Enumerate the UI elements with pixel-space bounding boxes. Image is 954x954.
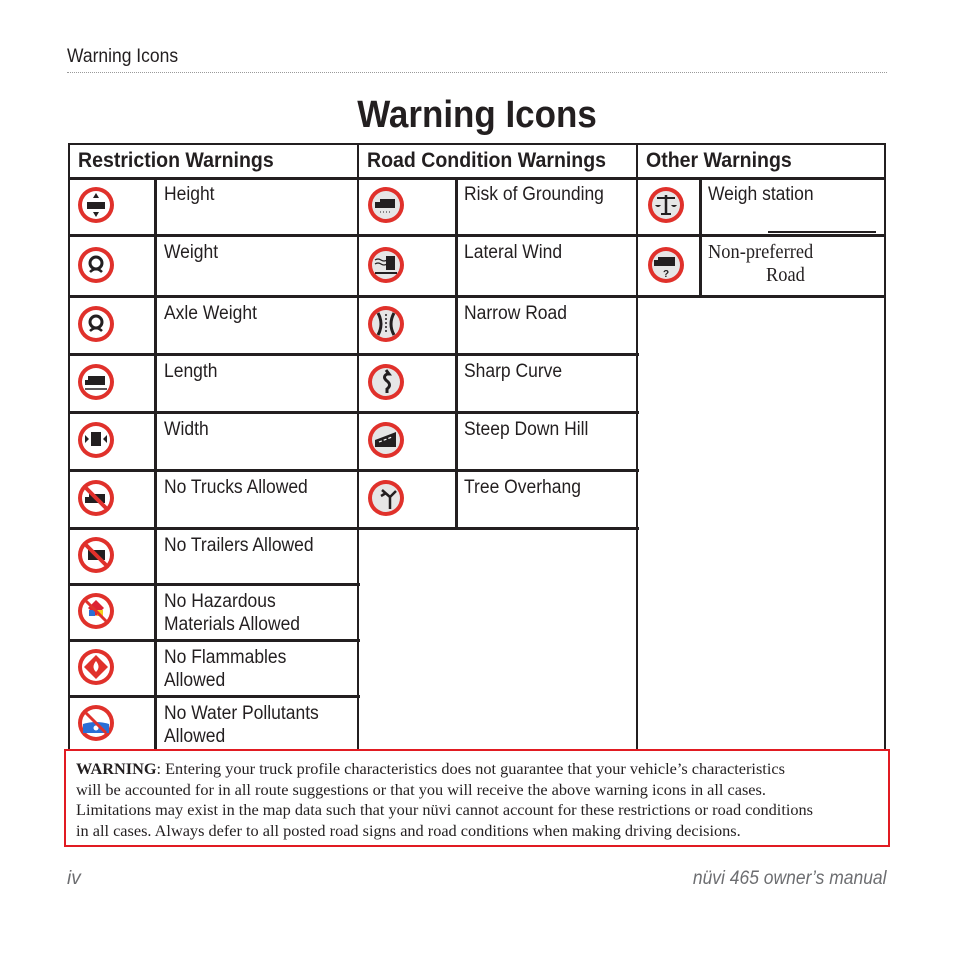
restriction-row-divider (68, 411, 360, 414)
other-warning-item: Weigh station (708, 183, 823, 206)
narrow-road-icon (368, 306, 404, 342)
road-row-divider (357, 295, 639, 298)
item-label-line-2: Allowed (164, 670, 226, 691)
restriction-item: Height (164, 183, 219, 206)
header-divider (68, 177, 886, 180)
item-label-line-2: Materials Allowed (164, 614, 301, 635)
road-condition-item: Risk of Grounding (464, 183, 616, 206)
item-label-line-2: Road (766, 264, 805, 286)
road-row-divider (357, 527, 639, 530)
height-restriction-icon (78, 187, 114, 223)
road-row-divider (357, 234, 639, 237)
risk-of-grounding-icon (368, 187, 404, 223)
warning-line-3: Limitations may exist in the map data su… (76, 800, 813, 819)
no-trucks-icon (78, 480, 114, 516)
length-restriction-icon (78, 364, 114, 400)
sharp-curve-icon (368, 364, 404, 400)
header-other-warnings: Other Warnings (646, 149, 792, 172)
restriction-item: Axle Weight (164, 302, 265, 325)
item-label: Axle Weight (164, 303, 257, 324)
road-row-divider (357, 411, 639, 414)
item-label: Length (164, 361, 218, 382)
page-title: Warning Icons (357, 94, 597, 136)
restriction-row-divider (68, 295, 360, 298)
restriction-item: Length (164, 360, 222, 383)
item-label: No Water Pollutants (164, 703, 319, 724)
restriction-divider (154, 177, 157, 751)
item-label: No Flammables (164, 647, 287, 668)
restriction-item: No Water Pollutants Allowed (164, 702, 332, 748)
tree-overhang-icon (368, 480, 404, 516)
item-label: No Hazardous (164, 591, 276, 612)
restriction-row-divider (68, 695, 360, 698)
item-label: Sharp Curve (464, 361, 563, 382)
road-row-divider (357, 469, 639, 472)
other-row-divider (636, 295, 886, 298)
warning-note: WARNING: Entering your truck profile cha… (64, 749, 890, 847)
width-restriction-icon (78, 422, 114, 458)
warning-label: WARNING (76, 759, 157, 778)
restriction-item: Width (164, 418, 213, 441)
header-road-condition-warnings: Road Condition Warnings (367, 149, 607, 172)
warning-line-4: in all cases. Always defer to all posted… (76, 820, 741, 840)
restriction-row-divider (68, 234, 360, 237)
restriction-item: No Trailers Allowed (164, 534, 327, 557)
weigh-station-underline (768, 231, 876, 233)
warning-line-1: : Entering your truck profile characteri… (156, 759, 785, 778)
no-flammables-icon (78, 649, 114, 685)
restriction-row-divider (68, 639, 360, 642)
item-label: No Trucks Allowed (164, 477, 308, 498)
road-condition-item: Steep Down Hill (464, 418, 599, 441)
item-label: Weigh station (708, 184, 814, 205)
item-label: Narrow Road (464, 303, 567, 324)
weight-restriction-icon (78, 246, 114, 283)
axle-weight-restriction-icon (78, 306, 114, 342)
steep-down-hill-icon (368, 422, 404, 458)
weigh-station-icon (648, 187, 684, 223)
restriction-row-divider (68, 583, 360, 586)
item-label: Width (164, 419, 209, 440)
manual-title: nüvi 465 owner’s manual (693, 868, 887, 889)
item-label: Weight (164, 242, 219, 263)
no-water-pollutants-icon (78, 704, 114, 741)
item-label-line-2: Allowed (164, 726, 226, 747)
page-number: iv (67, 868, 81, 889)
other-row-divider (636, 234, 886, 237)
lateral-wind-icon (368, 246, 404, 283)
no-trailers-icon (78, 537, 114, 573)
restriction-item: No Trucks Allowed (164, 476, 320, 499)
non-preferred-road-icon: ? (648, 246, 684, 283)
item-label: Height (164, 184, 215, 205)
restriction-item: Weight (164, 241, 223, 264)
road-condition-item: Narrow Road (464, 302, 576, 325)
other-warning-item: Non-preferred Road (708, 241, 822, 287)
road-condition-item: Sharp Curve (464, 360, 571, 383)
running-head: Warning Icons (67, 46, 179, 67)
restriction-row-divider (68, 527, 360, 530)
header-rule (67, 72, 887, 73)
road-condition-item: Tree Overhang (464, 476, 591, 499)
item-label: Risk of Grounding (464, 184, 604, 205)
warning-line-2: will be accounted for in all route sugge… (76, 779, 766, 799)
no-hazmat-icon (78, 593, 114, 629)
item-label: No Trailers Allowed (164, 535, 314, 556)
item-label: Lateral Wind (464, 242, 563, 263)
restriction-row-divider (68, 469, 360, 472)
road-condition-item: Lateral Wind (464, 241, 571, 264)
road-row-divider (357, 353, 639, 356)
item-label: Non-preferred (708, 241, 814, 263)
restriction-item: No Hazardous Materials Allowed (164, 590, 312, 636)
header-restriction-warnings: Restriction Warnings (78, 149, 274, 172)
restriction-row-divider (68, 353, 360, 356)
restriction-item: No Flammables Allowed (164, 646, 297, 692)
item-label: Tree Overhang (464, 477, 581, 498)
item-label: Steep Down Hill (464, 419, 589, 440)
svg-text:?: ? (663, 269, 669, 280)
other-divider (699, 177, 702, 298)
